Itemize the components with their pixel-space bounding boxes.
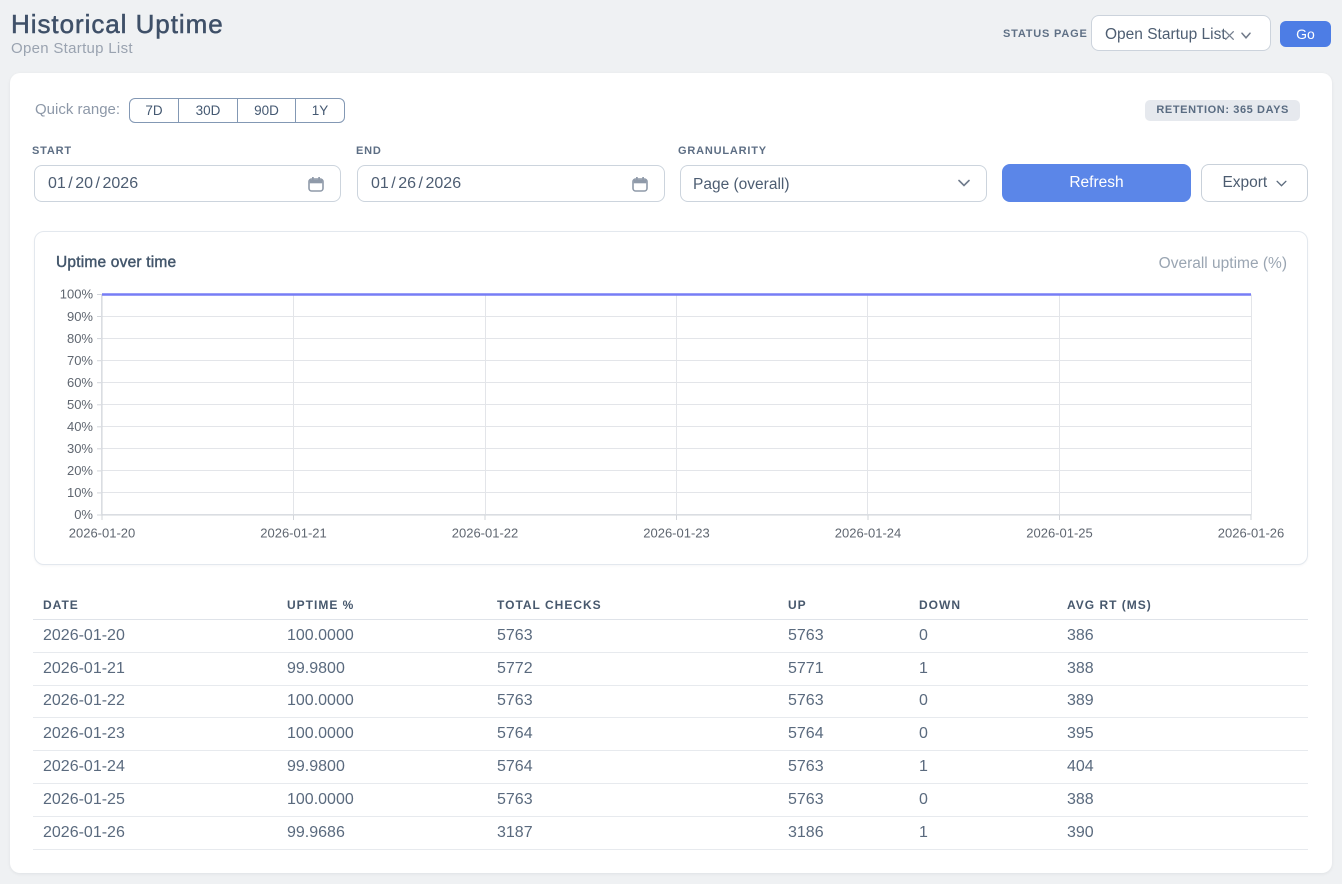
svg-text:50%: 50% bbox=[67, 397, 93, 412]
svg-text:2026-01-24: 2026-01-24 bbox=[835, 526, 902, 541]
svg-text:2026-01-26: 2026-01-26 bbox=[1218, 526, 1285, 541]
svg-text:2026-01-21: 2026-01-21 bbox=[260, 526, 327, 541]
svg-text:2026-01-25: 2026-01-25 bbox=[1026, 526, 1093, 541]
svg-text:0%: 0% bbox=[74, 507, 93, 522]
svg-text:100%: 100% bbox=[60, 287, 94, 302]
svg-text:2026-01-20: 2026-01-20 bbox=[69, 526, 136, 541]
svg-text:80%: 80% bbox=[67, 331, 93, 346]
svg-text:60%: 60% bbox=[67, 375, 93, 390]
svg-text:40%: 40% bbox=[67, 419, 93, 434]
svg-text:30%: 30% bbox=[67, 441, 93, 456]
svg-text:2026-01-23: 2026-01-23 bbox=[643, 526, 710, 541]
svg-text:90%: 90% bbox=[67, 309, 93, 324]
svg-text:2026-01-22: 2026-01-22 bbox=[452, 526, 519, 541]
svg-text:70%: 70% bbox=[67, 353, 93, 368]
svg-text:10%: 10% bbox=[67, 485, 93, 500]
svg-text:20%: 20% bbox=[67, 463, 93, 478]
